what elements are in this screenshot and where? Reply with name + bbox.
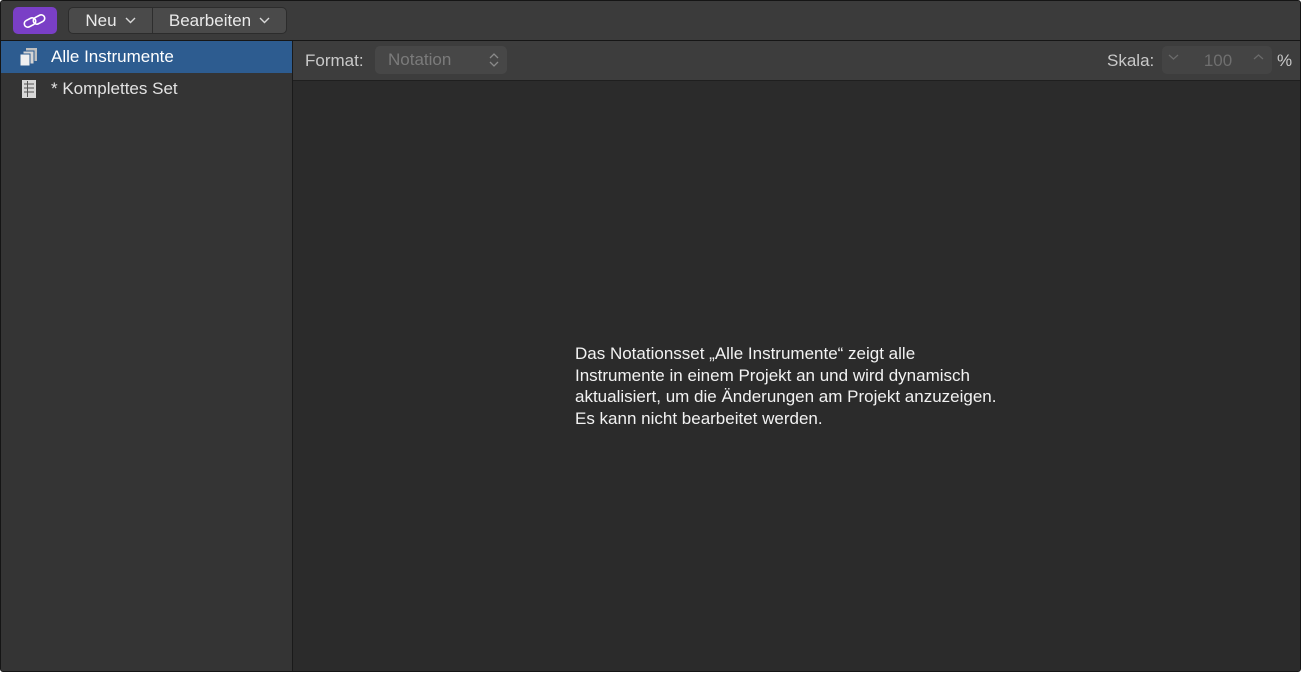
scale-increase-button[interactable] (1253, 53, 1264, 61)
top-toolbar: Neu Bearbeiten (1, 1, 1300, 41)
sidebar-item-label: * Komplettes Set (51, 79, 178, 98)
info-line: Das Notationsset „Alle Instrumente“ zeig… (575, 344, 916, 363)
chevron-down-icon (125, 17, 136, 24)
scale-label: Skala: (1107, 51, 1155, 70)
format-toolbar: Format: Notation Skala: 100 % (293, 41, 1300, 81)
scale-stepper[interactable]: 100 (1162, 46, 1272, 74)
sidebar-item-label: Alle Instrumente (51, 47, 174, 66)
list-sheet-icon (18, 78, 40, 100)
neu-menu-button[interactable]: Neu (69, 8, 153, 33)
notation-set-window: Neu Bearbeiten Alle Instrumente * Komple… (0, 0, 1301, 672)
format-select[interactable]: Notation (375, 46, 507, 74)
neu-label: Neu (85, 10, 117, 30)
bearbeiten-menu-button[interactable]: Bearbeiten (153, 8, 286, 33)
link-button[interactable] (13, 7, 57, 34)
main-content: Format: Notation Skala: 100 % Das Notati… (293, 41, 1300, 671)
bearbeiten-label: Bearbeiten (168, 10, 252, 30)
up-down-arrows-icon (489, 52, 499, 68)
chevron-down-icon (259, 17, 270, 24)
link-icon (22, 12, 48, 30)
info-line: Es kann nicht bearbeitet werden. (575, 408, 823, 428)
info-line: Instrumente in einem Projekt an und wird… (575, 365, 970, 385)
format-value: Notation (388, 50, 452, 69)
sidebar-item-komplettes-set[interactable]: * Komplettes Set (1, 73, 292, 105)
info-message: Das Notationsset „Alle Instrumente“ zeig… (575, 343, 1045, 429)
notation-sets-sidebar: Alle Instrumente * Komplettes Set (1, 41, 293, 671)
scale-decrease-button[interactable] (1168, 53, 1179, 61)
menu-button-group: Neu Bearbeiten (68, 7, 287, 34)
scale-value[interactable]: 100 (1195, 51, 1241, 71)
multi-page-icon (18, 46, 40, 68)
sidebar-item-alle-instrumente[interactable]: Alle Instrumente (1, 41, 292, 73)
format-label: Format: (305, 51, 364, 70)
info-line: aktualisiert, um die Änderungen am Proje… (575, 387, 997, 406)
scale-unit: % (1277, 51, 1293, 70)
